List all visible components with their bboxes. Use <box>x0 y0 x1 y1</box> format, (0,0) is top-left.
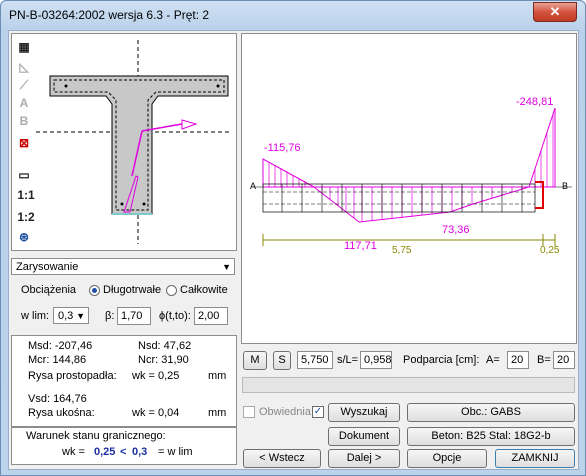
label-tool-icon[interactable]: B <box>15 112 33 130</box>
search-checkbox[interactable]: ✓ <box>312 406 324 418</box>
diagonal-crack-unit: mm <box>208 407 227 419</box>
support-length: 0,25 <box>540 245 560 256</box>
results-panel: Msd: -207,46 Nsd: 47,62 Mcr: 144,86 Ncr:… <box>11 335 237 427</box>
perpendicular-crack-unit: mm <box>208 370 227 382</box>
grid-tool-icon[interactable]: ▭ <box>15 166 33 184</box>
ncr-value: Ncr: 31,90 <box>138 354 189 366</box>
msd-value: Msd: -207,46 <box>28 340 93 352</box>
condition-title: Warunek stanu granicznego: <box>26 430 166 442</box>
close-dialog-label: ZAMKNIJ <box>511 452 559 464</box>
t-beam-cross-section <box>36 40 232 244</box>
load-case-label: Obc.: GABS <box>461 406 521 418</box>
next-button[interactable]: Dalej > <box>328 449 400 468</box>
ruler-tool-icon[interactable]: ▦ <box>15 38 33 56</box>
materials-button[interactable]: Beton: B25 Stal: 18G2-b <box>407 427 575 446</box>
delete-tool-icon[interactable]: ⊠ <box>15 134 33 152</box>
phi-label: ϕ(t,to): <box>159 310 191 322</box>
support-a-label: A= <box>486 354 500 366</box>
draw-tool-icon[interactable]: ◺ <box>15 58 33 76</box>
chevron-down-icon: ▼ <box>222 262 231 272</box>
vsd-value: Vsd: 164,76 <box>28 393 87 405</box>
perpendicular-crack-label: Rysa prostopadła: <box>28 370 117 382</box>
envelope-label: Obwiednia <box>259 406 311 418</box>
diagram-value-mid-right: 73,36 <box>442 224 470 236</box>
position-scrollbar[interactable] <box>242 377 575 393</box>
materials-label: Beton: B25 Stal: 18G2-b <box>431 430 551 442</box>
perpendicular-crack-width: wk = 0,25 <box>132 370 180 382</box>
scale-1-2-button[interactable]: 1:2 <box>15 208 37 226</box>
load-case-button[interactable]: Obc.: GABS <box>407 403 575 422</box>
text-tool-icon[interactable]: A <box>15 94 33 112</box>
cross-section-panel: ▦ ◺ ⟋ A B ⊠ ▭ 1:1 1:2 ⊛ <box>11 33 237 251</box>
relative-position-field[interactable]: 0,958 <box>360 351 392 369</box>
support-b-label: B= <box>537 354 551 366</box>
position-field[interactable]: 5,750 <box>297 351 333 369</box>
total-radio[interactable] <box>166 285 177 296</box>
moment-button[interactable]: M <box>243 351 267 370</box>
long-term-label: Długotrwałe <box>103 284 162 296</box>
beta-field[interactable]: 1,70 <box>117 307 151 325</box>
span-length: 5,75 <box>392 245 412 256</box>
app-window: PN-B-03264:2002 wersja 6.3 - Pręt: 2 ✕ ▦… <box>0 0 586 476</box>
end-b-label: B <box>562 181 569 191</box>
client-area: ▦ ◺ ⟋ A B ⊠ ▭ 1:1 1:2 ⊛ Zarysowanie ▼ Ob… <box>8 30 579 470</box>
title-bar: PN-B-03264:2002 wersja 6.3 - Pręt: 2 ✕ <box>1 1 585 29</box>
window-title: PN-B-03264:2002 wersja 6.3 - Pręt: 2 <box>9 8 210 22</box>
close-button[interactable]: ✕ <box>533 2 577 22</box>
wlim-select[interactable]: 0,3 ▼ <box>53 307 89 324</box>
wlim-label: w lim: <box>21 310 50 322</box>
search-button[interactable]: Wyszukaj <box>328 403 400 422</box>
end-a-label: A <box>250 181 257 191</box>
condition-wk-value: 0,25 <box>94 446 116 458</box>
back-button[interactable]: < Wstecz <box>243 449 321 468</box>
analysis-mode-value: Zarysowanie <box>16 261 79 273</box>
condition-operator: < <box>120 446 127 458</box>
supports-label: Podparcia [cm]: <box>403 354 480 366</box>
nsd-value: Nsd: 47,62 <box>138 340 192 352</box>
long-term-radio[interactable] <box>89 285 100 296</box>
condition-wk-label: wk = <box>62 446 85 458</box>
envelope-checkbox[interactable] <box>243 406 255 418</box>
back-label: < Wstecz <box>259 452 305 464</box>
rotate-view-icon[interactable]: ⊛ <box>15 228 33 246</box>
diagram-value-right: -248,81 <box>516 96 554 108</box>
relative-position-label: s/L= <box>337 354 359 366</box>
loads-group: Obciążenia Długotrwałe Całkowite w lim: … <box>11 278 235 328</box>
scale-1-1-button[interactable]: 1:1 <box>15 186 37 204</box>
chevron-down-icon: ▼ <box>76 311 85 321</box>
condition-panel: Warunek stanu granicznego: wk = 0,25 < 0… <box>11 427 237 465</box>
document-label: Dokument <box>338 430 390 442</box>
mcr-value: Mcr: 144,86 <box>28 354 87 366</box>
options-label: Opcje <box>432 452 462 464</box>
condition-wlim-label: = w lim <box>158 446 193 458</box>
diagram-value-left: -115,76 <box>264 142 301 154</box>
document-button[interactable]: Dokument <box>328 427 400 446</box>
phi-field[interactable]: 2,00 <box>194 307 228 325</box>
analysis-mode-select[interactable]: Zarysowanie ▼ <box>11 258 235 275</box>
search-button-label: Wyszukaj <box>340 406 388 418</box>
total-label: Całkowite <box>180 284 228 296</box>
shear-button[interactable]: S <box>273 351 291 370</box>
options-button[interactable]: Opcje <box>407 449 487 468</box>
beta-label: β: <box>105 310 115 322</box>
close-dialog-button[interactable]: ZAMKNIJ <box>495 449 575 468</box>
diagonal-crack-width: wk = 0,04 <box>132 407 180 419</box>
wlim-value: 0,3 <box>58 310 74 322</box>
condition-wlim-value: 0,3 <box>132 446 148 458</box>
moment-diagram <box>252 107 572 246</box>
support-b-field[interactable]: 20 <box>553 351 575 369</box>
diagram-value-mid: 117,71 <box>344 240 377 252</box>
line-tool-icon[interactable]: ⟋ <box>15 76 33 94</box>
next-label: Dalej > <box>346 452 382 464</box>
loads-label: Obciążenia <box>21 284 77 296</box>
diagonal-crack-label: Rysa ukośna: <box>28 407 95 419</box>
moment-diagram-panel: -115,76 -248,81 117,71 73,36 5,75 0,25 A… <box>241 33 577 344</box>
support-a-field[interactable]: 20 <box>507 351 529 369</box>
